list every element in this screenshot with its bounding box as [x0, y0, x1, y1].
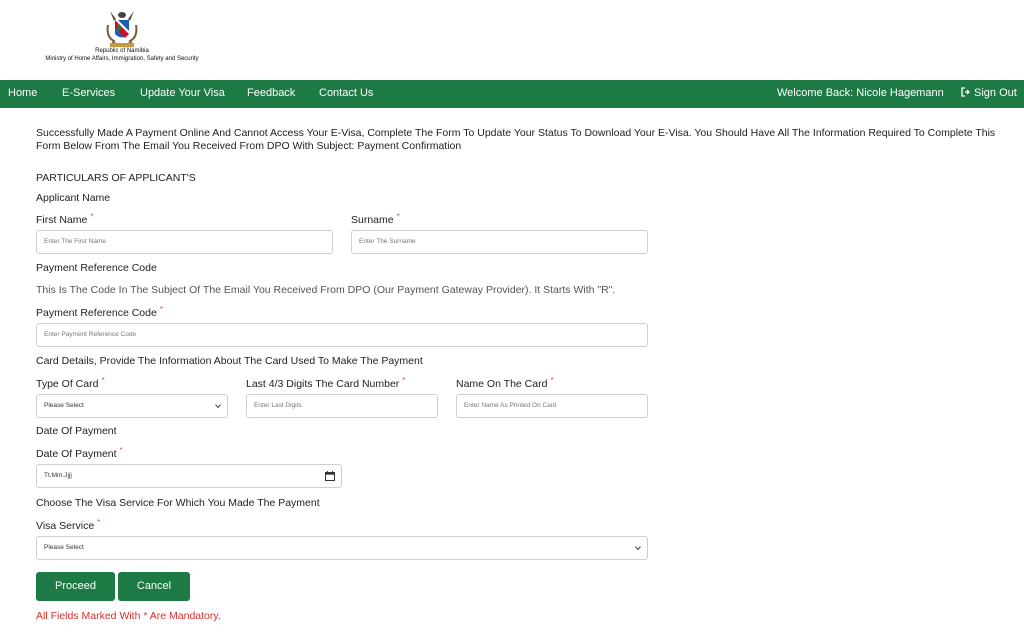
- date-of-payment-label: Date Of Payment *: [36, 446, 123, 460]
- nav-feedback[interactable]: Feedback: [247, 87, 295, 99]
- surname-input[interactable]: Enter The Surname: [351, 230, 648, 254]
- sign-out-label: Sign Out: [974, 87, 1017, 99]
- card-type-label: Type Of Card *: [36, 376, 105, 390]
- main-nav: Home E-Services Update Your Visa Feedbac…: [0, 80, 1024, 108]
- republic-label: Republic of Namibia: [95, 48, 149, 54]
- visa-service-heading: Choose The Visa Service For Which You Ma…: [36, 497, 320, 509]
- intro-text: Successfully Made A Payment Online And C…: [36, 127, 996, 152]
- chevron-down-icon: [635, 546, 641, 551]
- card-type-value: Please Select: [44, 402, 84, 409]
- sign-out-link[interactable]: Sign Out: [961, 87, 1017, 99]
- date-value: Tt.Mm.Jjjj: [44, 472, 72, 479]
- surname-label: Surname *: [351, 212, 400, 226]
- welcome-message: Welcome Back: Nicole Hagemann: [777, 87, 944, 99]
- first-name-input[interactable]: Enter The First Name: [36, 230, 333, 254]
- date-of-payment-heading: Date Of Payment: [36, 425, 117, 437]
- payment-reference-help: This Is The Code In The Subject Of The E…: [36, 284, 616, 296]
- sign-out-icon: [961, 87, 970, 97]
- first-name-label: First Name *: [36, 212, 94, 226]
- name-on-card-input[interactable]: Enter Name As Printed On Card: [456, 394, 648, 418]
- ministry-label: Ministry of Home Affairs, Immigration, S…: [45, 56, 199, 62]
- section-title: PARTICULARS OF APPLICANT'S: [36, 172, 196, 184]
- visa-service-value: Please Select: [44, 544, 84, 551]
- site-header: Republic of Namibia Ministry of Home Aff…: [0, 0, 1024, 80]
- applicant-name-heading: Applicant Name: [36, 192, 111, 204]
- payment-reference-label: Payment Reference Code *: [36, 305, 163, 319]
- nav-e-services[interactable]: E-Services: [62, 87, 115, 99]
- visa-service-select[interactable]: Please Select: [36, 536, 648, 560]
- date-of-payment-input[interactable]: Tt.Mm.Jjjj: [36, 464, 342, 488]
- name-on-card-label: Name On The Card *: [456, 376, 554, 390]
- nav-home[interactable]: Home: [8, 87, 37, 99]
- payment-reference-input[interactable]: Enter Payment Reference Code: [36, 323, 648, 347]
- proceed-button[interactable]: Proceed: [36, 572, 115, 601]
- nav-update-your-visa[interactable]: Update Your Visa: [140, 87, 225, 99]
- last-digits-input[interactable]: Enter Last Digits: [246, 394, 438, 418]
- payment-reference-heading: Payment Reference Code: [36, 262, 157, 274]
- last-digits-label: Last 4/3 Digits The Card Number *: [246, 376, 406, 390]
- cancel-button[interactable]: Cancel: [118, 572, 190, 601]
- calendar-icon[interactable]: [325, 471, 335, 481]
- visa-service-label: Visa Service *: [36, 518, 101, 532]
- nav-contact-us[interactable]: Contact Us: [319, 87, 373, 99]
- card-type-select[interactable]: Please Select: [36, 394, 228, 418]
- coat-of-arms-icon: [106, 11, 138, 48]
- card-details-heading: Card Details, Provide The Information Ab…: [36, 355, 423, 367]
- chevron-down-icon: [215, 404, 221, 409]
- mandatory-note: All Fields Marked With * Are Mandatory.: [36, 610, 221, 622]
